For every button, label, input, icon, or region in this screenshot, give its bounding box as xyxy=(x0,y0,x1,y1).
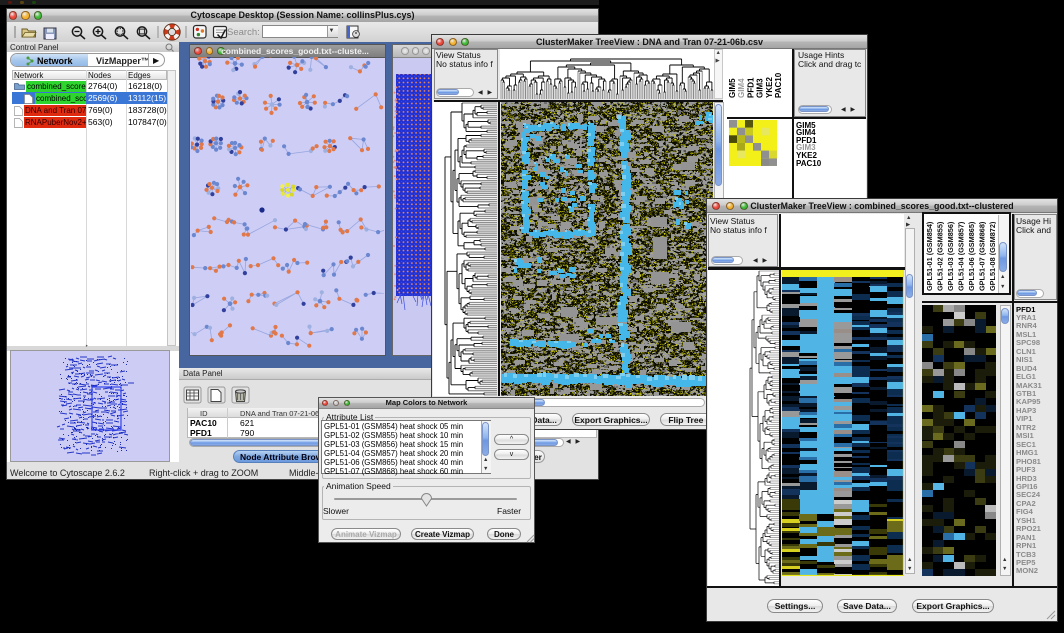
svg-text:GIM5: GIM5 xyxy=(728,78,737,98)
svg-text:GPL51-06 (GSM865): GPL51-06 (GSM865) xyxy=(967,221,976,291)
svg-text:GPL51-01 (GSM854): GPL51-01 (GSM854) xyxy=(925,221,934,291)
svg-text:GPL51-02 (GSM855): GPL51-02 (GSM855) xyxy=(936,221,945,291)
svg-text:GPL51-04 (GSM857): GPL51-04 (GSM857) xyxy=(957,221,966,291)
svg-text:GIM3: GIM3 xyxy=(756,78,765,98)
svg-text:GPL51-03 (GSM856): GPL51-03 (GSM856) xyxy=(946,221,955,291)
svg-text:GPL51-08 (GSM872): GPL51-08 (GSM872) xyxy=(988,221,996,291)
svg-text:YKE2: YKE2 xyxy=(765,77,774,98)
svg-text:PFD1: PFD1 xyxy=(746,77,755,98)
svg-text:GIM4: GIM4 xyxy=(737,78,746,98)
svg-text:PAC10: PAC10 xyxy=(774,72,783,98)
svg-text:GPL51-07 (GSM868): GPL51-07 (GSM868) xyxy=(978,221,987,291)
